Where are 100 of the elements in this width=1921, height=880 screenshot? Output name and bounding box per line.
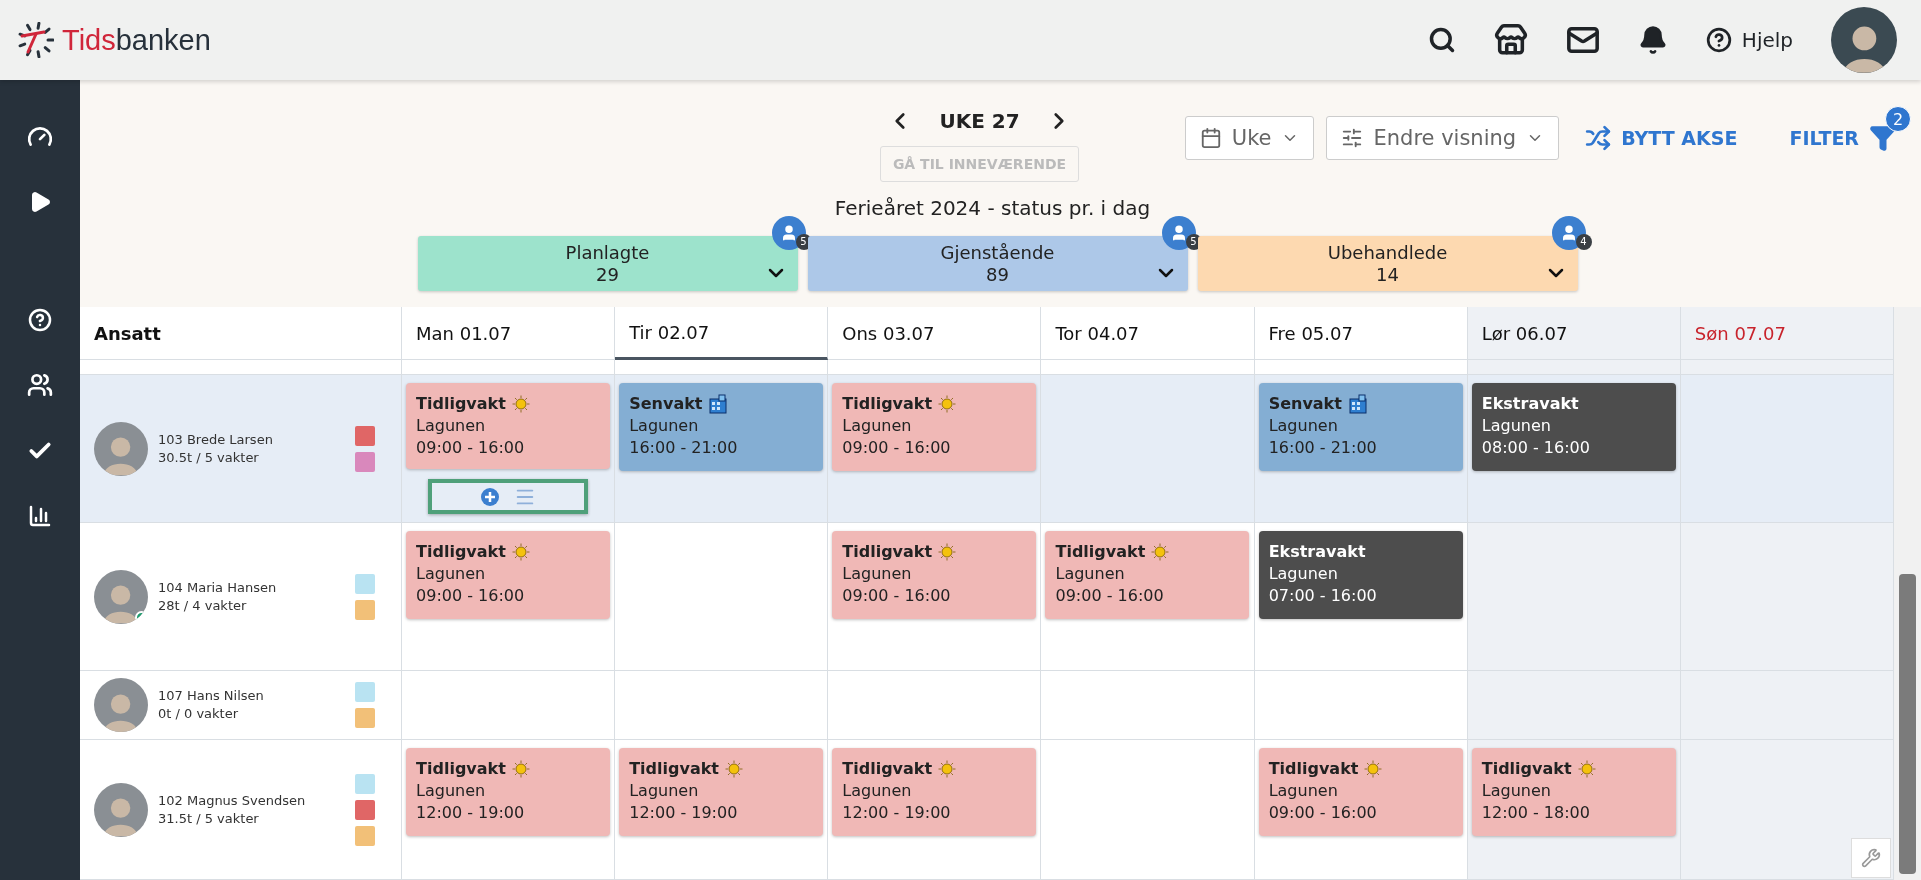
status-label: Ubehandlede (1327, 241, 1448, 264)
shuffle-icon (1585, 125, 1612, 151)
search-icon (1427, 26, 1456, 54)
shift-title: Tidligvakt (629, 758, 719, 780)
employee-hours: 30.5t / 5 vakter (158, 448, 260, 467)
shift-title: Tidligvakt (842, 541, 933, 563)
shift-time: 08:00 - 16:00 (1481, 437, 1591, 459)
shift-card[interactable]: Tidligvakt Lagunen 09:00 - 16:00 (832, 531, 1037, 619)
shift-location: Lagunen (1481, 415, 1552, 437)
day-header[interactable]: Man 01.07 (402, 307, 616, 360)
search-button[interactable] (1427, 26, 1456, 54)
day-header[interactable]: Fre 05.07 (1254, 307, 1468, 360)
help-button[interactable]: Hjelp (1705, 27, 1793, 53)
employee-name: 102 Magnus Svendsen (158, 791, 307, 810)
people-badge[interactable] (771, 216, 806, 250)
shift-location: Lagunen (842, 780, 913, 802)
status-label: Planlagte (565, 241, 650, 264)
shift-time: 12:00 - 19:00 (842, 802, 952, 824)
shift-card[interactable]: Ekstravakt Lagunen 07:00 - 16:00 (1258, 531, 1463, 619)
shift-time: 07:00 - 16:00 (1268, 585, 1378, 607)
shift-title: Tidligvakt (416, 541, 506, 563)
sun-icon (1151, 543, 1170, 561)
shift-card[interactable]: Tidligvakt Lagunen 09:00 - 16:00 (1045, 531, 1250, 619)
shift-location: Lagunen (1268, 563, 1339, 585)
building-icon (708, 394, 729, 414)
shift-card[interactable]: Tidligvakt Lagunen 09:00 - 16:00 (406, 531, 611, 619)
shift-location: Lagunen (842, 563, 913, 585)
logo-text: Tids (62, 23, 116, 56)
sun-icon (511, 543, 530, 561)
shift-time: 09:00 - 16:00 (1268, 802, 1378, 824)
shift-location: Lagunen (1055, 563, 1126, 585)
sun-icon (938, 543, 957, 561)
shift-time: 12:00 - 19:00 (416, 802, 526, 824)
shift-title: Tidligvakt (416, 758, 506, 780)
day-header[interactable]: Ons 03.07 (828, 307, 1042, 360)
employee-hours: 31.5t / 5 vakter (158, 809, 260, 828)
sun-icon (511, 395, 530, 413)
shift-card[interactable]: Tidligvakt Lagunen 09:00 - 16:00 (1258, 748, 1463, 836)
shift-card[interactable]: Tidligvakt Lagunen 12:00 - 19:00 (619, 748, 824, 836)
shift-location: Lagunen (842, 415, 913, 437)
view-dropdown[interactable]: Endre visning (1326, 116, 1560, 160)
shift-title: Senvakt (629, 393, 703, 415)
status-value: 29 (596, 263, 619, 286)
employee-hours: 0t / 0 vakter (158, 705, 240, 723)
shift-time: 09:00 - 16:00 (1055, 585, 1165, 607)
filter-count: 2 (1885, 106, 1911, 132)
shift-time: 12:00 - 19:00 (629, 802, 739, 824)
add-button[interactable] (480, 486, 501, 507)
shift-time: 09:00 - 16:00 (842, 585, 952, 607)
users-button[interactable] (27, 372, 53, 398)
shift-location: Lagunen (416, 780, 487, 802)
scroll-bar[interactable] (1894, 307, 1921, 880)
help-button[interactable] (28, 308, 52, 332)
sun-icon (938, 395, 957, 413)
day-header[interactable]: Søn 07.07 (1680, 307, 1894, 360)
sun-icon (938, 760, 957, 778)
reports-button[interactable] (28, 504, 52, 528)
shift-title: Tidligvakt (842, 393, 933, 415)
help-icon (28, 308, 52, 332)
shift-card[interactable]: Tidligvakt Lagunen 12:00 - 19:00 (406, 748, 611, 836)
sun-icon (511, 760, 530, 778)
day-header[interactable]: Tor 04.07 (1041, 307, 1255, 360)
shift-card[interactable]: Tidligvakt Lagunen 09:00 - 16:00 (832, 383, 1037, 471)
shift-title: Ekstravakt (1268, 541, 1366, 563)
shift-title: Tidligvakt (416, 393, 506, 415)
swap-axis-button[interactable]: BYTT AKSE (1585, 125, 1738, 151)
people-badge[interactable] (1161, 216, 1196, 250)
day-header[interactable]: Lør 06.07 (1467, 307, 1681, 360)
wrench-icon (1861, 848, 1881, 868)
people-badge[interactable] (1551, 216, 1586, 250)
shift-location: Lagunen (1268, 415, 1339, 437)
week-label: UKE 27 (939, 109, 1020, 133)
column-header: Ansatt (80, 307, 402, 360)
store-button[interactable] (1493, 23, 1528, 57)
shift-card[interactable]: Ekstravakt Lagunen 08:00 - 16:00 (1471, 383, 1676, 471)
shift-card[interactable]: Tidligvakt Lagunen 09:00 - 16:00 (406, 383, 611, 469)
period-dropdown[interactable]: Uke (1184, 116, 1315, 160)
sun-icon (1577, 760, 1596, 778)
shift-location: Lagunen (416, 563, 487, 585)
shift-time: 16:00 - 21:00 (629, 437, 739, 459)
shift-card[interactable]: Senvakt Lagunen 16:00 - 21:00 (1258, 383, 1463, 471)
logo-icon (18, 22, 54, 58)
employee-hours: 28t / 4 vakter (158, 596, 248, 615)
shift-location: Lagunen (1481, 780, 1552, 802)
bar-chart-icon (28, 504, 52, 528)
shift-time: 09:00 - 16:00 (416, 585, 526, 607)
store-icon (1493, 23, 1528, 57)
day-header[interactable]: Tir 02.07 (615, 307, 829, 360)
shift-title: Tidligvakt (1268, 758, 1359, 780)
employee-name: 107 Hans Nilsen (158, 687, 265, 705)
shift-card[interactable]: Tidligvakt Lagunen 12:00 - 19:00 (832, 748, 1037, 836)
shift-card[interactable]: Senvakt Lagunen 16:00 - 21:00 (619, 383, 824, 471)
employee-name: 103 Brede Larsen (158, 430, 274, 449)
vacation-title: Ferieåret 2024 - status pr. i dag (834, 196, 1151, 220)
tools-button[interactable] (1851, 838, 1891, 878)
building-icon (1347, 394, 1368, 414)
shift-card[interactable]: Tidligvakt Lagunen 12:00 - 18:00 (1471, 748, 1676, 836)
shift-title: Senvakt (1268, 393, 1342, 415)
shift-location: Lagunen (629, 415, 700, 437)
logo-text: banken (115, 23, 211, 56)
